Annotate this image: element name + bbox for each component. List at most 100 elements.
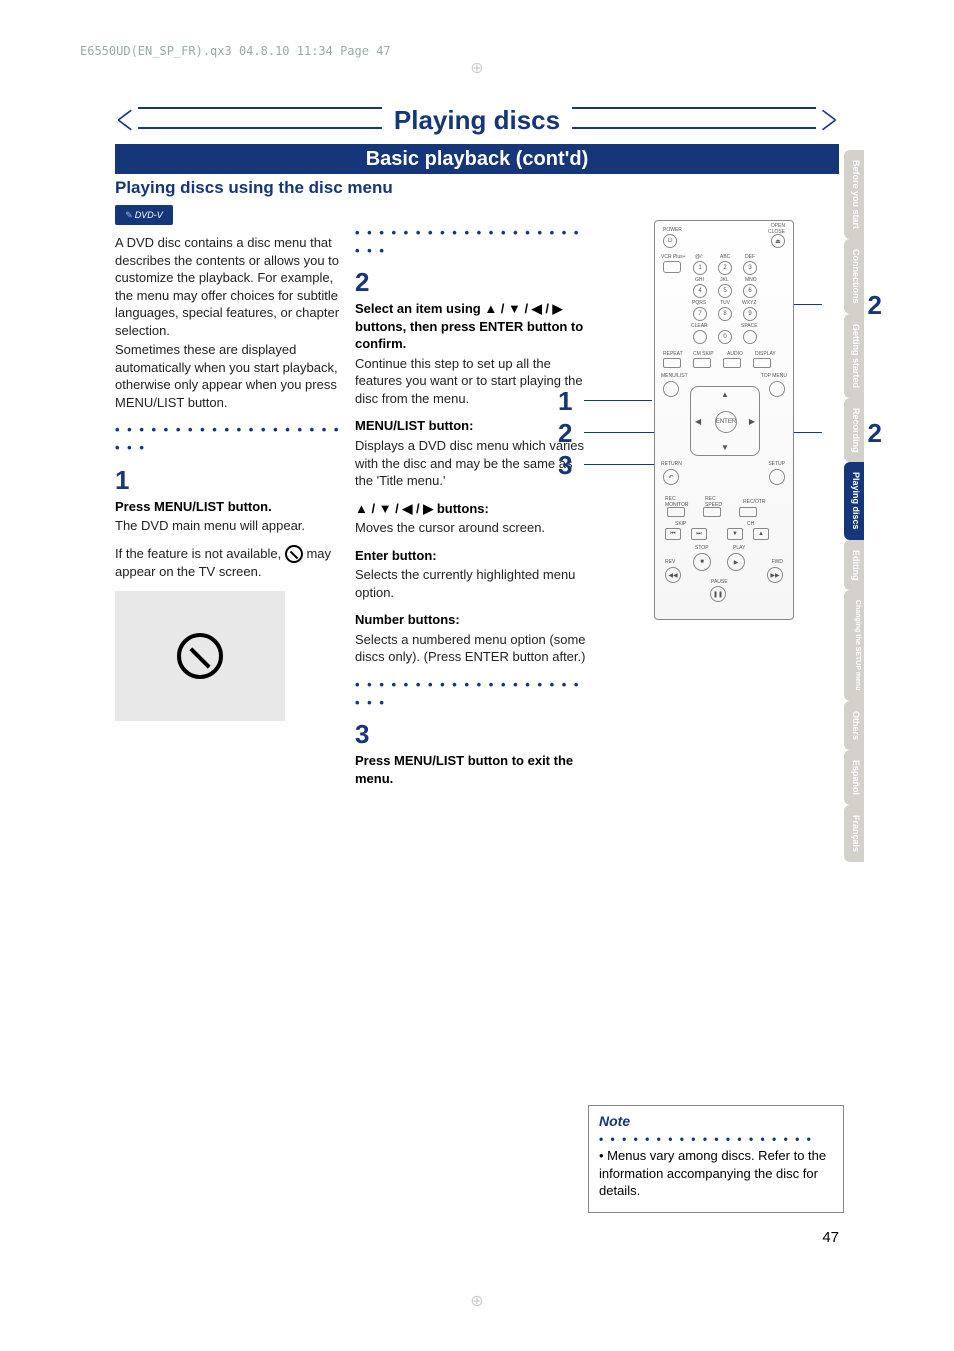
enter-button-heading: Enter button: — [355, 547, 587, 565]
dvd-v-badge: DVD-V — [115, 205, 173, 225]
file-path-header: E6550UD(EN_SP_FR).qx3 04.8.10 11:34 Page… — [80, 44, 391, 58]
menu-list-button-icon — [663, 381, 679, 397]
keypad-label-6: MNO — [745, 277, 757, 283]
note-dots: • • • • • • • • • • • • • • • • • • • — [599, 1131, 833, 1147]
dpad-frame: ENTER ▲ ▼ ◀ ▶ — [690, 386, 760, 456]
note-body: • Menus vary among discs. Refer to the i… — [599, 1147, 833, 1200]
ch-down-button-icon: ▼ — [727, 528, 743, 540]
remote-control-illustration: POWER ⏻ OPEN CLOSE ⏏ VCR Plus+ @/: ABC D… — [654, 220, 794, 620]
keypad-label-3: DEF — [745, 254, 755, 260]
intro-para-1: A DVD disc contains a disc menu that des… — [115, 234, 347, 339]
audio-button — [723, 358, 741, 368]
power-button-icon: ⏻ — [663, 234, 677, 248]
keypad-clear — [693, 330, 707, 344]
keypad-2: 2 — [718, 261, 732, 275]
crop-mark-icon: ⊕ — [470, 1291, 483, 1311]
dpad-up-icon: ▲ — [721, 390, 729, 399]
keypad-label-space: SPACE — [741, 323, 758, 329]
tab-before-you-start: Before you start — [844, 150, 864, 239]
divider-dots: • • • • • • • • • • • • • • • • • • • • … — [115, 421, 347, 456]
unavailable-text-a: If the feature is not available, — [115, 546, 281, 561]
keypad-3: 3 — [743, 261, 757, 275]
keypad-1: 1 — [693, 261, 707, 275]
remote-label-topmenu: TOP MENU — [761, 373, 787, 379]
stop-button-icon: ■ — [693, 553, 711, 571]
tab-changing-setup: Changing the SETUP menu — [844, 590, 864, 701]
vcrplus-button — [663, 261, 681, 273]
rev-button-icon: ◀◀ — [665, 567, 681, 583]
remote-label-pause: PAUSE — [711, 579, 728, 585]
callout-lead — [584, 400, 652, 401]
intro-para-2: Sometimes these are displayed automatica… — [115, 341, 347, 411]
dpad-right-icon: ▶ — [749, 417, 755, 426]
remote-label-ch: CH — [747, 521, 754, 527]
keypad-9: 9 — [743, 307, 757, 321]
display-button — [753, 358, 771, 368]
callout-left-2: 2 — [558, 418, 572, 449]
keypad-label-5: JKL — [720, 277, 729, 283]
title-line-left — [138, 104, 382, 132]
sub-title-bar: Basic playback (cont'd) — [115, 144, 839, 174]
unavailable-note: If the feature is not available, may app… — [115, 545, 347, 581]
remote-label-menulist: MENU/LIST — [661, 373, 688, 379]
divider-dots: • • • • • • • • • • • • • • • • • • • • … — [355, 676, 587, 711]
tab-francais: Français — [844, 805, 864, 862]
menulist-heading: MENU/LIST button: — [355, 417, 587, 435]
repeat-button — [663, 358, 681, 368]
section-heading: Playing discs using the disc menu — [115, 178, 393, 198]
ch-up-button-icon: ▲ — [753, 528, 769, 540]
tab-playing-discs: Playing discs — [844, 462, 864, 540]
crop-mark-icon: ⊕ — [470, 58, 483, 78]
tv-screen-illustration — [115, 591, 285, 721]
tab-others: Others — [844, 701, 864, 750]
tab-getting-started: Getting started — [844, 314, 864, 398]
chevron-left-icon — [115, 106, 138, 134]
skip-fwd-button-icon: ⏭ — [691, 528, 707, 540]
keypad-label-9: WXYZ — [742, 300, 756, 306]
step-2-heading: Select an item using ▲ / ▼ / ◀ / ▶ butto… — [355, 300, 587, 353]
note-title: Note — [599, 1112, 833, 1131]
tab-connections: Connections — [844, 239, 864, 314]
menulist-body: Displays a DVD disc menu which varies wi… — [355, 437, 587, 490]
rec-otr-button — [739, 507, 757, 517]
callout-lead — [584, 464, 659, 465]
dpad-down-icon: ▼ — [721, 443, 729, 452]
number-buttons-heading: Number buttons: — [355, 611, 587, 629]
keypad-7: 7 — [693, 307, 707, 321]
divider-dots: • • • • • • • • • • • • • • • • • • • • … — [355, 224, 587, 259]
not-available-icon — [285, 545, 303, 563]
rec-speed-button — [703, 507, 721, 517]
remote-diagram: 1 2 3 2 2 POWER ⏻ OPEN CLOSE ⏏ VCR Plus+… — [604, 220, 844, 650]
keypad-5: 5 — [718, 284, 732, 298]
keypad-6: 6 — [743, 284, 757, 298]
keypad-0: 0 — [718, 330, 732, 344]
keypad-space — [743, 330, 757, 344]
not-available-icon-large — [177, 633, 223, 679]
callout-right-1: 2 — [868, 290, 882, 321]
remote-label-power: POWER — [663, 227, 682, 233]
remote-label-return: RETURN — [661, 461, 682, 467]
callout-lead — [584, 432, 664, 433]
keypad-label-8: TUV — [720, 300, 730, 306]
step-1-body: The DVD main menu will appear. — [115, 517, 347, 535]
side-tabs: Before you start Connections Getting sta… — [844, 150, 864, 862]
setup-button-icon — [769, 469, 785, 485]
callout-right-2: 2 — [868, 418, 882, 449]
keypad-4: 4 — [693, 284, 707, 298]
remote-label-recotr: REC/OTR — [743, 499, 766, 505]
step-1-number: 1 — [115, 463, 347, 498]
pause-button-icon: ❚❚ — [710, 586, 726, 602]
remote-label-audio: AUDIO — [727, 351, 743, 357]
arrow-buttons-heading: ▲ / ▼ / ◀ / ▶ buttons: — [355, 500, 587, 518]
top-menu-button-icon — [769, 381, 785, 397]
dpad-left-icon: ◀ — [695, 417, 701, 426]
main-title-bar: Playing discs — [115, 100, 839, 140]
page-title: Playing discs — [382, 105, 572, 136]
step-3-number: 3 — [355, 717, 587, 752]
tab-recording: Recording — [844, 398, 864, 463]
step-1-heading: Press MENU/LIST button. — [115, 498, 347, 516]
column-2: • • • • • • • • • • • • • • • • • • • • … — [355, 214, 587, 787]
remote-label-rev: REV — [665, 559, 675, 565]
chevron-right-icon — [816, 106, 839, 134]
cmskip-button — [693, 358, 711, 368]
